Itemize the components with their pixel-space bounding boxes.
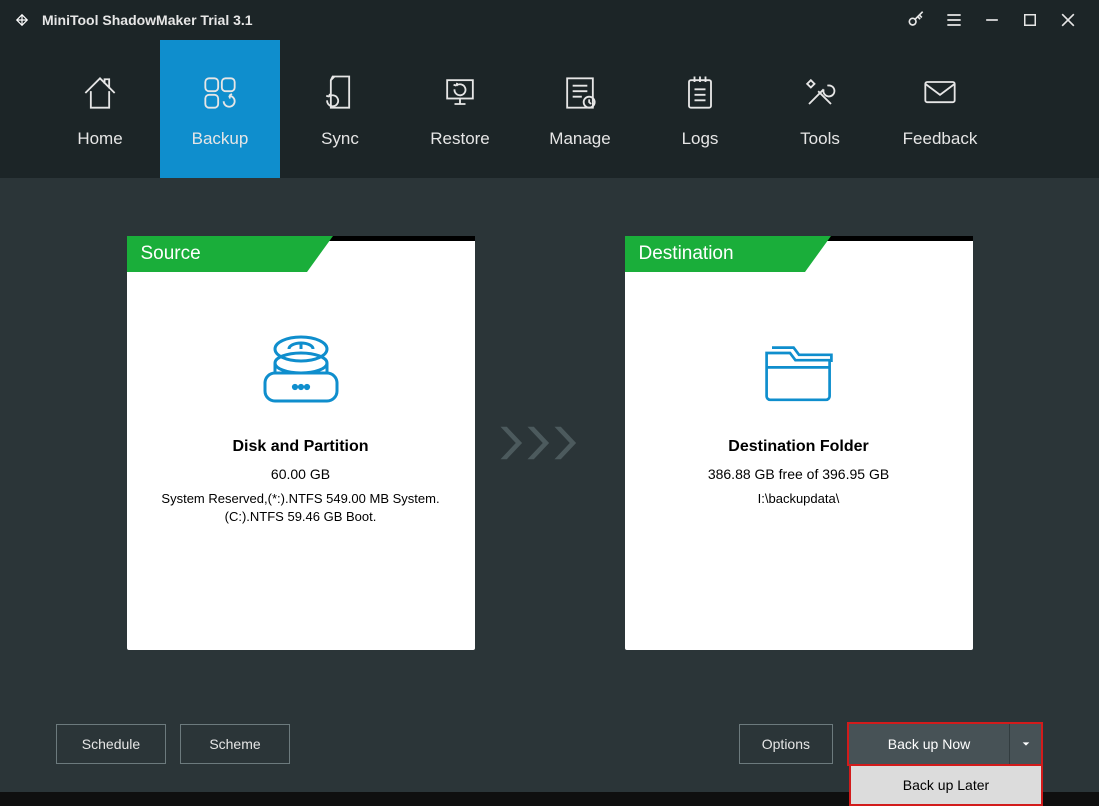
destination-card[interactable]: Destination Destination Folder 386.88 GB… <box>625 236 973 650</box>
close-button[interactable] <box>1049 0 1087 40</box>
nav-home[interactable]: Home <box>40 40 160 178</box>
nav-label: Sync <box>321 129 359 149</box>
nav-feedback[interactable]: Feedback <box>880 40 1000 178</box>
source-card[interactable]: Source <box>127 236 475 650</box>
manage-icon <box>556 69 604 117</box>
logs-icon <box>676 69 724 117</box>
source-details: System Reserved,(*:).NTFS 549.00 MB Syst… <box>127 490 475 525</box>
destination-path: I:\backupdata\ <box>625 490 973 508</box>
backup-later-option[interactable]: Back up Later <box>849 766 1043 806</box>
titlebar: MiniTool ShadowMaker Trial 3.1 <box>0 0 1099 40</box>
backup-icon <box>196 69 244 117</box>
nav-restore[interactable]: Restore <box>400 40 520 178</box>
menu-icon[interactable] <box>935 0 973 40</box>
main-area: Source <box>0 178 1099 792</box>
nav-tools[interactable]: Tools <box>760 40 880 178</box>
nav-label: Manage <box>549 129 610 149</box>
nav-label: Logs <box>682 129 719 149</box>
source-size: 60.00 GB <box>127 466 475 482</box>
tools-icon <box>796 69 844 117</box>
footer-bar: Schedule Scheme Options Back up Now <box>0 722 1099 766</box>
app-window: MiniTool ShadowMaker Trial 3.1 Home <box>0 0 1099 792</box>
nav-label: Tools <box>800 129 840 149</box>
scheme-button[interactable]: Scheme <box>180 724 290 764</box>
options-button[interactable]: Options <box>739 724 833 764</box>
minimize-button[interactable] <box>973 0 1011 40</box>
backup-split-button: Back up Now <box>847 722 1043 766</box>
destination-header: Destination <box>625 236 805 272</box>
sync-icon <box>316 69 364 117</box>
nav-manage[interactable]: Manage <box>520 40 640 178</box>
disk-icon <box>127 326 475 416</box>
app-logo-icon <box>12 10 32 30</box>
destination-free: 386.88 GB free of 396.95 GB <box>625 466 973 482</box>
backup-dropdown-toggle[interactable] <box>1009 724 1041 764</box>
nav-backup[interactable]: Backup <box>160 40 280 178</box>
maximize-button[interactable] <box>1011 0 1049 40</box>
source-heading: Disk and Partition <box>127 438 475 456</box>
home-icon <box>76 69 124 117</box>
restore-icon <box>436 69 484 117</box>
backup-now-button[interactable]: Back up Now <box>849 724 1009 764</box>
key-icon[interactable] <box>897 0 935 40</box>
nav-label: Feedback <box>903 129 978 149</box>
nav-logs[interactable]: Logs <box>640 40 760 178</box>
destination-heading: Destination Folder <box>625 438 973 456</box>
feedback-icon <box>916 69 964 117</box>
main-nav: Home Backup Sync Restore <box>0 40 1099 178</box>
schedule-button[interactable]: Schedule <box>56 724 166 764</box>
source-header: Source <box>127 236 307 272</box>
nav-sync[interactable]: Sync <box>280 40 400 178</box>
folder-icon <box>625 326 973 416</box>
nav-label: Backup <box>192 129 249 149</box>
arrow-icon <box>475 236 625 650</box>
app-title: MiniTool ShadowMaker Trial 3.1 <box>42 12 253 28</box>
nav-label: Restore <box>430 129 490 149</box>
nav-label: Home <box>77 129 122 149</box>
